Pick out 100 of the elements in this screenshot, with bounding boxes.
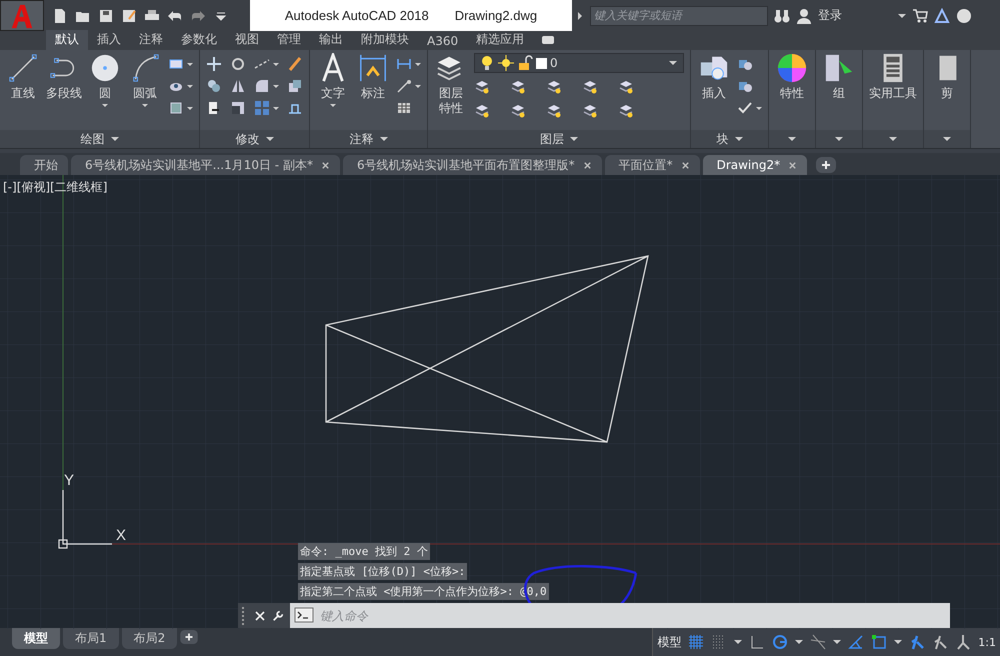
leader-icon: [396, 78, 412, 94]
dropdown-caret-icon[interactable]: [898, 14, 906, 18]
ribbon-tab[interactable]: 参数化: [172, 30, 226, 50]
ortho-icon[interactable]: [749, 634, 766, 650]
new-layout-plus-icon[interactable]: [180, 630, 198, 644]
dropdown-caret-icon[interactable]: [330, 104, 336, 107]
login-link[interactable]: 登录: [818, 7, 842, 24]
layer-stack-icon: [474, 103, 490, 119]
close-icon[interactable]: [680, 160, 690, 170]
ribbon-tab[interactable]: 插入: [88, 30, 130, 50]
expand-arrow-icon[interactable]: [576, 10, 584, 22]
ribbon-tab[interactable]: 默认: [46, 30, 88, 50]
circle-icon: [90, 53, 120, 83]
ribbon-tab[interactable]: 精选应用: [467, 30, 534, 50]
dimension-icon: [358, 53, 388, 83]
layout-tab[interactable]: 布局2: [122, 628, 178, 649]
save-as-icon[interactable]: [121, 8, 137, 24]
slash-lines-icon[interactable]: [810, 634, 826, 650]
dropdown-caret-icon[interactable]: [833, 640, 842, 644]
ribbon-tab[interactable]: 视图: [226, 30, 268, 50]
viewport-label[interactable]: [-][俯视][二维线框]: [3, 179, 108, 196]
layout-tab[interactable]: 模型: [12, 628, 60, 649]
dropdown-caret-icon[interactable]: [795, 640, 804, 644]
document-tab[interactable]: Drawing2*: [702, 155, 808, 175]
annotation-figure-icon[interactable]: [932, 634, 948, 650]
ribbon-tool-button[interactable]: 实用工具: [869, 53, 917, 130]
ribbon-tool-button[interactable]: 圆: [88, 53, 122, 130]
brush-icon: [287, 56, 303, 72]
panel-title[interactable]: 块: [716, 130, 728, 148]
document-tab[interactable]: 平面位置*: [604, 155, 700, 175]
ribbon-tool-button[interactable]: 圆弧: [128, 53, 162, 130]
panel-expand-caret-icon[interactable]: [943, 137, 951, 141]
dropdown-caret-icon[interactable]: [142, 104, 148, 107]
ribbon-tab[interactable]: 附加模块: [352, 30, 418, 50]
ribbon-tool-button[interactable]: 多段线: [46, 53, 82, 130]
panel-title[interactable]: 绘图: [80, 130, 104, 148]
polar-tracking-icon[interactable]: [772, 634, 788, 650]
dropdown-caret-icon[interactable]: [415, 62, 421, 66]
dropdown-caret-icon[interactable]: [894, 640, 902, 644]
dropdown-caret-icon[interactable]: [273, 106, 279, 110]
search-field[interactable]: 键入关键字或短语: [590, 6, 768, 26]
panel-expand-caret-icon[interactable]: [380, 137, 388, 141]
dropdown-caret-icon[interactable]: [273, 62, 279, 66]
panel-expand-caret-icon[interactable]: [734, 137, 742, 141]
layer-dropdown[interactable]: 0: [474, 53, 684, 73]
close-icon[interactable]: [582, 160, 592, 170]
model-space-button[interactable]: 模型: [657, 634, 682, 650]
dropdown-caret-icon[interactable]: [102, 104, 108, 107]
panel-expand-caret-icon[interactable]: [788, 137, 796, 141]
command-input-field[interactable]: 键入命令: [316, 603, 950, 628]
ribbon-tool-button[interactable]: 组: [822, 53, 856, 130]
dropdown-caret-icon[interactable]: [187, 106, 193, 110]
new-file-icon[interactable]: [52, 8, 68, 24]
panel-expand-caret-icon[interactable]: [266, 137, 274, 141]
ribbon-tool-button[interactable]: 图层特性: [434, 53, 468, 130]
ribbon-tab[interactable]: 管理: [268, 30, 310, 50]
dropdown-caret-icon[interactable]: [273, 84, 279, 88]
panel-expand-caret-icon[interactable]: [110, 137, 118, 141]
layout-tab[interactable]: 布局1: [63, 628, 119, 649]
dropdown-caret-icon[interactable]: [734, 640, 742, 644]
document-tab[interactable]: 6号线机场站实训基地平面布置图整理版*: [342, 155, 602, 175]
wrench-icon[interactable]: [272, 610, 284, 622]
panel-expand-caret-icon[interactable]: [835, 137, 843, 141]
cart-icon[interactable]: [912, 8, 928, 24]
dropdown-caret-icon[interactable]: [187, 62, 193, 66]
dropdown-caret-icon[interactable]: [415, 84, 421, 88]
ribbon-tool-button[interactable]: 插入: [697, 53, 731, 130]
ribbon-tool-button[interactable]: 剪: [930, 53, 964, 130]
annotation-figure-icon[interactable]: [909, 634, 926, 650]
save-icon[interactable]: [98, 8, 114, 24]
ribbon-tab[interactable]: 注释: [130, 30, 172, 50]
panel-expand-caret-icon[interactable]: [570, 137, 578, 141]
new-tab-plus-icon[interactable]: [816, 157, 836, 173]
help-circle-icon[interactable]: [956, 8, 972, 24]
command-prompt-icon[interactable]: [290, 603, 316, 628]
dropdown-caret-icon[interactable]: [756, 106, 762, 110]
document-tab[interactable]: 6号线机场站实训基地平...1月10日 - 副本*: [71, 155, 340, 175]
panel-expand-caret-icon[interactable]: [889, 137, 897, 141]
document-name: Drawing2.dwg: [454, 8, 538, 23]
binoculars-icon[interactable]: [774, 8, 790, 24]
close-icon[interactable]: [320, 160, 330, 170]
ribbon-tool-button[interactable]: 标注: [356, 53, 390, 130]
dropdown-caret-icon[interactable]: [187, 84, 193, 88]
ribbon-tool-button[interactable]: 特性: [775, 53, 809, 130]
annotation-scale-button[interactable]: 1:1: [978, 636, 996, 648]
user-icon[interactable]: [796, 8, 812, 24]
ribbon-tab[interactable]: 输出: [310, 30, 352, 50]
annotation-figure-icon[interactable]: [955, 634, 972, 650]
ribbon-tool-button[interactable]: 直线: [6, 53, 40, 130]
ribbon-tool-button[interactable]: 文字: [316, 53, 350, 130]
grid-icon[interactable]: [688, 634, 704, 650]
object-snap-icon[interactable]: [871, 634, 888, 650]
panel-title[interactable]: 图层: [540, 130, 564, 148]
angle-icon[interactable]: [848, 634, 864, 650]
ribbon-tab[interactable]: A360: [418, 33, 468, 50]
triangle-network-icon[interactable]: [934, 8, 950, 24]
app-title: Autodesk AutoCAD 2018: [284, 8, 429, 23]
application-menu-button[interactable]: [0, 0, 44, 31]
document-tab[interactable]: 开始: [20, 155, 68, 175]
panel-title[interactable]: 注释: [350, 130, 374, 148]
